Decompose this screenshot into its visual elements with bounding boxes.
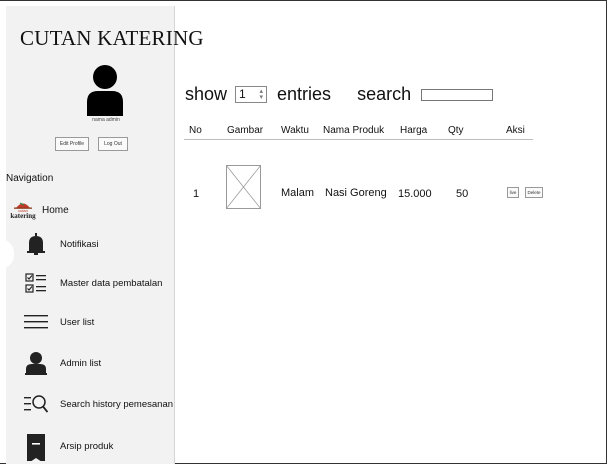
search-list-icon [24,395,48,413]
header-gambar: Gambar [227,125,264,136]
katering-logo-icon: cutan katering [8,198,38,222]
search-input[interactable] [421,88,494,101]
nav-item-admin-list[interactable]: Admin list [24,351,101,375]
logout-button[interactable]: Log Out [98,137,128,151]
product-image-placeholder-icon [226,165,261,209]
navigation-title: Navigation [6,173,54,184]
nav-item-master-data-pembatalan[interactable]: Master data pembatalan [24,271,162,295]
user-icon [25,352,47,375]
nav-label-admin-list: Admin list [60,357,102,369]
cell-waktu: Malam [281,187,315,199]
nav-item-home[interactable]: cutan katering Home [8,198,69,222]
table-controls: show 1 ▴ ▾ entries search [185,84,494,105]
header-harga: Harga [400,125,428,136]
main-content: show 1 ▴ ▾ entries search No Gambar Waktu… [175,6,607,464]
cell-harga: 15.000 [398,188,432,200]
nav-item-user-list[interactable]: User list [24,310,94,334]
edit-profile-button[interactable]: Edit Profile [55,137,89,151]
admin-avatar-icon [87,65,123,116]
nav-label-notifikasi: Notifikasi [60,238,99,250]
cell-nama-produk: Nasi Goreng [325,187,387,199]
bell-icon [27,233,45,255]
edit-button[interactable]: live [507,187,519,198]
header-no: No [189,125,202,136]
entries-stepper[interactable]: 1 ▴ ▾ [235,86,268,103]
cell-no: 1 [193,188,200,200]
nav-label-master-data-pembatalan: Master data pembatalan [60,277,163,289]
nav-item-search-history-pemesanan[interactable]: Search history pemesanan [24,392,173,416]
bookmark-icon [27,434,45,461]
header-nama-produk: Nama Produk [323,125,385,136]
admin-name: nama admin [92,117,120,123]
list-lines-icon [24,315,48,329]
nav-label-home: Home [42,204,69,216]
entries-value: 1 [239,87,246,101]
header-qty: Qty [448,125,464,136]
show-label: show [185,84,228,104]
search-label: search [357,84,412,104]
nav-label-user-list: User list [60,316,95,328]
entries-label: entries [277,84,332,104]
delete-button[interactable]: Delete [525,187,543,198]
header-aksi: Aksi [506,125,525,136]
stepper-arrows-icon[interactable]: ▴ ▾ [260,88,264,101]
nav-item-arsip-produk[interactable]: Arsip produk [24,434,114,461]
header-waktu: Waktu [281,125,309,136]
cell-qty: 50 [456,188,469,200]
checklist-icon [25,273,46,293]
sidebar: CUTAN KATERING nama admin Edit Profile L… [6,6,204,464]
logo-bottom-text: katering [10,211,36,220]
nav-label-arsip-produk: Arsip produk [60,440,114,452]
nav-item-notifikasi[interactable]: Notifikasi [24,232,99,256]
nav-label-search-history-pemesanan: Search history pemesanan [60,398,174,410]
header-divider [184,139,533,140]
